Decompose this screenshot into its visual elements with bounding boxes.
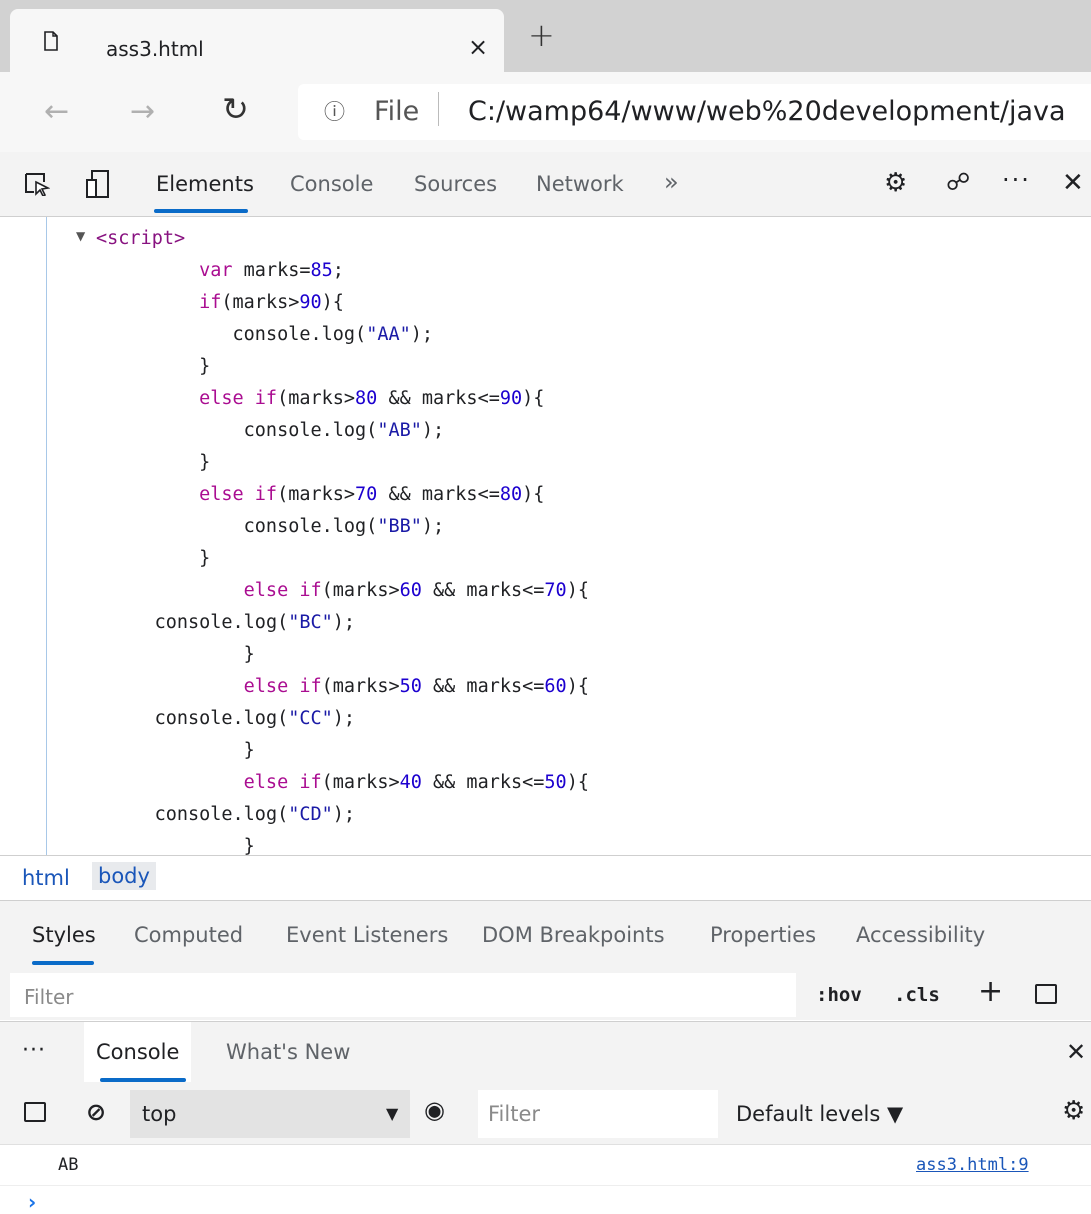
console-settings-gear-icon[interactable]: ⚙ [1062, 1096, 1085, 1126]
close-drawer-icon[interactable]: ✕ [1066, 1038, 1086, 1066]
tab-elements[interactable]: Elements [156, 172, 254, 196]
active-tab-indicator [32, 961, 94, 965]
reload-icon[interactable]: ↻ [222, 90, 249, 128]
context-selector[interactable]: top ▼ [130, 1090, 410, 1138]
tab-title: ass3.html [106, 37, 204, 61]
settings-gear-icon[interactable]: ⚙ [884, 168, 907, 198]
clear-console-icon[interactable]: ⊘ [86, 1098, 106, 1126]
code-line: console.log("AB"); [243, 420, 445, 441]
code-line: console.log("CD"); [154, 804, 356, 825]
browser-tab-strip: ass3.html × + [0, 0, 1091, 72]
address-url[interactable]: C:/wamp64/www/web%20development/java [468, 96, 1066, 127]
styles-filter-bar: Filter :hov .cls + [0, 970, 1091, 1020]
close-devtools-icon[interactable]: ✕ [1062, 168, 1084, 198]
drawer-tab-console[interactable]: Console [84, 1022, 192, 1082]
code-line: } [199, 548, 211, 569]
code-line: console.log("CC"); [154, 708, 356, 729]
context-value: top [142, 1102, 177, 1126]
back-arrow-icon[interactable]: ← [44, 94, 69, 129]
code-line: console.log("BB"); [243, 516, 445, 537]
browser-toolbar: ← → ↻ ⓘ File C:/wamp64/www/web%20develop… [0, 72, 1091, 152]
code-line: else if(marks>80 && marks<=90){ [199, 388, 545, 409]
tree-guide-line [46, 217, 47, 855]
code-line: else if(marks>50 && marks<=60){ [243, 676, 589, 697]
drawer-tabs: ··· Console What's New ✕ [0, 1021, 1091, 1082]
tab-console[interactable]: Console [290, 172, 373, 196]
address-scheme: File [374, 96, 420, 127]
code-line: var marks=85; [199, 260, 344, 281]
code-line: } [199, 356, 211, 377]
info-icon[interactable]: ⓘ [324, 96, 345, 126]
tab-network[interactable]: Network [536, 172, 624, 196]
tab-accessibility[interactable]: Accessibility [856, 923, 985, 947]
live-expression-eye-icon[interactable]: ◉ [424, 1096, 445, 1124]
tab-event-listeners[interactable]: Event Listeners [286, 923, 448, 947]
breadcrumb: html body [0, 855, 1091, 900]
tab-close-icon[interactable]: × [468, 33, 488, 61]
more-options-icon[interactable]: ··· [1002, 166, 1031, 194]
more-tabs-icon[interactable]: » [664, 168, 679, 196]
code-line: else if(marks>60 && marks<=70){ [243, 580, 589, 601]
active-tab-indicator [154, 209, 248, 213]
code-line: if(marks>90){ [199, 292, 344, 313]
tab-sources[interactable]: Sources [414, 172, 497, 196]
script-tag-line: <script> [96, 228, 186, 249]
code-line: else if(marks>70 && marks<=80){ [199, 484, 545, 505]
drawer-more-icon[interactable]: ··· [22, 1038, 46, 1063]
code-line: } [199, 452, 211, 473]
dropdown-arrow-icon: ▼ [386, 1104, 399, 1123]
styles-filter-input[interactable]: Filter [10, 973, 796, 1017]
tab-styles[interactable]: Styles [32, 923, 96, 947]
code-line: } [243, 836, 255, 855]
code-line: console.log("BC"); [154, 612, 356, 633]
elements-tree[interactable]: ▼ <script> var marks=85; if(marks>90){ c… [0, 217, 1091, 855]
code-line: else if(marks>40 && marks<=50){ [243, 772, 589, 793]
expand-triangle-icon[interactable]: ▼ [76, 229, 85, 243]
address-bar[interactable]: ⓘ File C:/wamp64/www/web%20development/j… [298, 84, 1091, 140]
toggle-sidebar-icon[interactable] [1035, 984, 1057, 1004]
tab-dom-breakpoints[interactable]: DOM Breakpoints [482, 923, 665, 947]
forward-arrow-icon[interactable]: → [130, 94, 155, 129]
tab-computed[interactable]: Computed [134, 923, 243, 947]
inspect-element-icon[interactable] [24, 172, 50, 196]
console-message-source-link[interactable]: ass3.html:9 [916, 1155, 1029, 1175]
console-sidebar-icon[interactable] [24, 1102, 46, 1122]
device-toolbar-icon[interactable] [86, 170, 110, 198]
drawer-tab-whats-new[interactable]: What's New [226, 1040, 350, 1064]
code-line: } [243, 644, 255, 665]
log-levels-dropdown[interactable]: Default levels ▼ [736, 1102, 903, 1126]
console-toolbar: ⊘ top ▼ ◉ Filter Default levels ▼ ⚙ [0, 1082, 1091, 1145]
styles-panel-tabs: Styles Computed Event Listeners DOM Brea… [0, 900, 1091, 971]
browser-tab[interactable]: ass3.html × [10, 9, 504, 72]
console-prompt-icon[interactable]: › [28, 1190, 36, 1214]
feedback-icon[interactable]: ☍ [946, 168, 970, 196]
new-tab-button[interactable]: + [528, 16, 555, 54]
new-style-rule-button[interactable]: + [978, 974, 1003, 1009]
filter-placeholder: Filter [488, 1102, 541, 1126]
devtools-toolbar: Elements Console Sources Network » ⚙ ☍ ·… [0, 152, 1091, 217]
document-icon [44, 31, 58, 51]
filter-placeholder: Filter [24, 985, 74, 1009]
tab-properties[interactable]: Properties [710, 923, 816, 947]
hov-toggle-button[interactable]: :hov [816, 984, 862, 1006]
code-line: } [243, 740, 255, 761]
code-line: console.log("AA"); [232, 324, 434, 345]
console-filter-input[interactable]: Filter [478, 1090, 718, 1138]
cls-toggle-button[interactable]: .cls [894, 984, 940, 1006]
address-separator [438, 92, 439, 126]
console-message-text: AB [58, 1155, 79, 1175]
breadcrumb-body[interactable]: body [92, 862, 156, 890]
breadcrumb-html[interactable]: html [22, 866, 70, 890]
console-message: AB ass3.html:9 [0, 1145, 1091, 1186]
